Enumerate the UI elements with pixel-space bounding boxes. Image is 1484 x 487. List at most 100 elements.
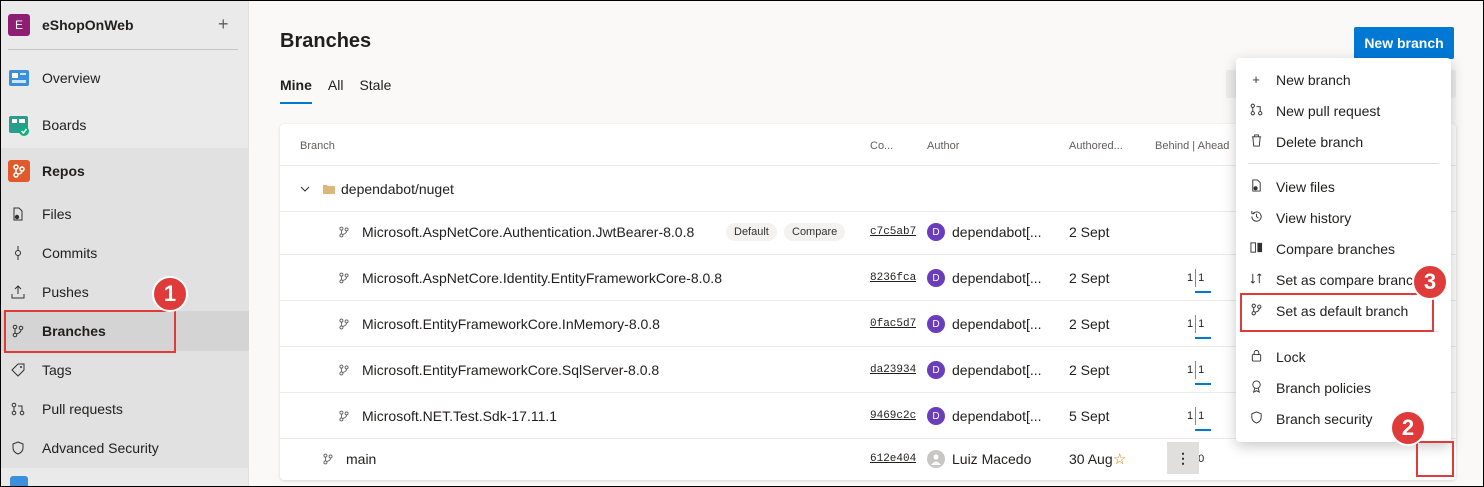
- chevron-down-icon[interactable]: [300, 166, 310, 212]
- avatar: D: [927, 361, 945, 379]
- commit-link[interactable]: 0fac5d7: [870, 318, 916, 330]
- menu-label: Compare branches: [1276, 240, 1396, 257]
- sidebar-item-advanced-security[interactable]: Advanced Security: [0, 429, 249, 467]
- set-compare-icon: [1248, 272, 1264, 288]
- behind-count: 1: [1187, 318, 1194, 330]
- menu-label: New branch: [1276, 71, 1351, 88]
- menu-label: View files: [1276, 178, 1335, 195]
- default-badge: Default: [726, 209, 777, 255]
- authored-date: 2 Sept: [1069, 270, 1110, 286]
- more-options-button[interactable]: ⋮: [1167, 442, 1199, 474]
- branch-name[interactable]: Microsoft.EntityFrameworkCore.SqlServer-…: [362, 347, 659, 393]
- overview-icon: [8, 67, 30, 89]
- branch-icon: [322, 436, 334, 480]
- sidebar-item-pushes[interactable]: Pushes: [0, 273, 249, 311]
- column-header-branch[interactable]: Branch: [300, 140, 335, 152]
- tab-all[interactable]: All: [328, 77, 344, 104]
- behind-ahead: 11: [1187, 347, 1212, 393]
- project-name: eShopOnWeb: [42, 17, 134, 33]
- sidebar-label: Boards: [42, 117, 87, 133]
- sidebar-item-repos[interactable]: Repos: [0, 150, 249, 192]
- behind-ahead-divider: [1195, 269, 1212, 293]
- menu-divider: [1248, 163, 1439, 164]
- shield-icon: [1248, 410, 1264, 427]
- compare-badge: Compare: [784, 209, 846, 255]
- add-icon[interactable]: +: [218, 14, 229, 35]
- authored-date: 2 Sept: [1069, 362, 1110, 378]
- project-header[interactable]: E eShopOnWeb: [0, 0, 248, 50]
- column-header-author[interactable]: Author: [927, 140, 959, 152]
- menu-item-view-history[interactable]: View history: [1236, 202, 1451, 233]
- behind-count: 1: [1187, 272, 1194, 284]
- sidebar-item-tags[interactable]: Tags: [0, 351, 249, 389]
- ahead-count: 1: [1198, 364, 1205, 376]
- column-header-behind-ahead: Behind | Ahead: [1155, 140, 1230, 152]
- divider: [8, 49, 238, 50]
- menu-label: Set as compare branch: [1276, 271, 1421, 288]
- plus-icon: +: [1252, 72, 1260, 87]
- commit-link[interactable]: da23934: [870, 364, 916, 376]
- sidebar-item-boards[interactable]: Boards: [0, 104, 249, 146]
- menu-item-branch-policies[interactable]: Branch policies: [1236, 372, 1451, 403]
- star-icon[interactable]: ☆: [1113, 450, 1126, 468]
- history-icon: [1248, 210, 1264, 226]
- table-row[interactable]: main 612e404 Luiz Macedo 30 Aug 10: [280, 436, 1456, 480]
- authored-date: 2 Sept: [1069, 316, 1110, 332]
- menu-item-lock[interactable]: Lock: [1236, 341, 1451, 372]
- branch-name[interactable]: Microsoft.AspNetCore.Authentication.JwtB…: [362, 209, 694, 255]
- sidebar-label: Overview: [42, 70, 101, 86]
- sidebar-item-overview[interactable]: Overview: [0, 57, 249, 99]
- behind-ahead: 11: [1187, 255, 1212, 301]
- folder-name: dependabot/nuget: [341, 181, 454, 197]
- branch-context-menu: + New branch New pull request Delete bra…: [1236, 58, 1451, 442]
- author-name: Luiz Macedo: [952, 451, 1032, 467]
- new-branch-button[interactable]: New branch: [1354, 27, 1454, 59]
- sidebar-item-files[interactable]: Files: [0, 195, 249, 233]
- menu-item-new-branch[interactable]: + New branch: [1236, 64, 1451, 95]
- menu-item-view-files[interactable]: View files: [1236, 171, 1451, 202]
- sidebar-item-pull-requests[interactable]: Pull requests: [0, 390, 249, 428]
- commit-link[interactable]: 9469c2c: [870, 410, 916, 422]
- boards-icon: [8, 114, 30, 136]
- behind-ahead-divider: [1195, 407, 1212, 431]
- tab-mine[interactable]: Mine: [280, 77, 312, 104]
- menu-item-delete-branch[interactable]: Delete branch: [1236, 126, 1451, 157]
- commit-link[interactable]: 8236fca: [870, 272, 916, 284]
- author-name: dependabot[...: [952, 316, 1042, 332]
- branch-name[interactable]: Microsoft.AspNetCore.Identity.EntityFram…: [362, 255, 722, 301]
- avatar: [927, 450, 945, 468]
- step-badge-1: 1: [152, 276, 188, 312]
- pull-request-icon: [10, 398, 26, 420]
- commit-link[interactable]: 612e404: [870, 453, 916, 465]
- highlight-more-options: [1416, 441, 1454, 477]
- sidebar-item-next[interactable]: [0, 470, 249, 487]
- menu-label: New pull request: [1276, 102, 1381, 119]
- left-sidebar: E eShopOnWeb + Overview Boards Repos Fil…: [0, 0, 249, 487]
- branch-icon: [338, 347, 350, 393]
- sidebar-label: Repos: [42, 163, 85, 179]
- tag-icon: [10, 359, 26, 381]
- branch-name[interactable]: main: [346, 436, 376, 480]
- ahead-count: 1: [1198, 318, 1205, 330]
- page-title: Branches: [280, 30, 372, 52]
- column-header-commit[interactable]: Co...: [870, 140, 893, 152]
- menu-label: Delete branch: [1276, 133, 1364, 150]
- commit-link[interactable]: c7c5ab7: [870, 226, 916, 238]
- column-header-authored[interactable]: Authored...: [1069, 140, 1123, 152]
- branch-name[interactable]: Microsoft.NET.Test.Sdk-17.11.1: [362, 393, 557, 439]
- project-avatar: E: [8, 14, 30, 36]
- compare-icon: [1248, 241, 1264, 257]
- tab-stale[interactable]: Stale: [359, 77, 391, 104]
- pipelines-icon: [8, 474, 30, 487]
- menu-item-compare-branches[interactable]: Compare branches: [1236, 233, 1451, 264]
- pull-request-icon: [1248, 103, 1264, 119]
- menu-item-new-pull-request[interactable]: New pull request: [1236, 95, 1451, 126]
- highlight-branches: [4, 310, 176, 353]
- sidebar-item-commits[interactable]: Commits: [0, 234, 249, 272]
- avatar: D: [927, 223, 945, 241]
- behind-ahead-divider: [1195, 315, 1212, 339]
- ahead-count: 1: [1198, 410, 1205, 422]
- sidebar-label: Advanced Security: [42, 440, 159, 456]
- folder-icon: [323, 166, 335, 212]
- branch-name[interactable]: Microsoft.EntityFrameworkCore.InMemory-8…: [362, 301, 660, 347]
